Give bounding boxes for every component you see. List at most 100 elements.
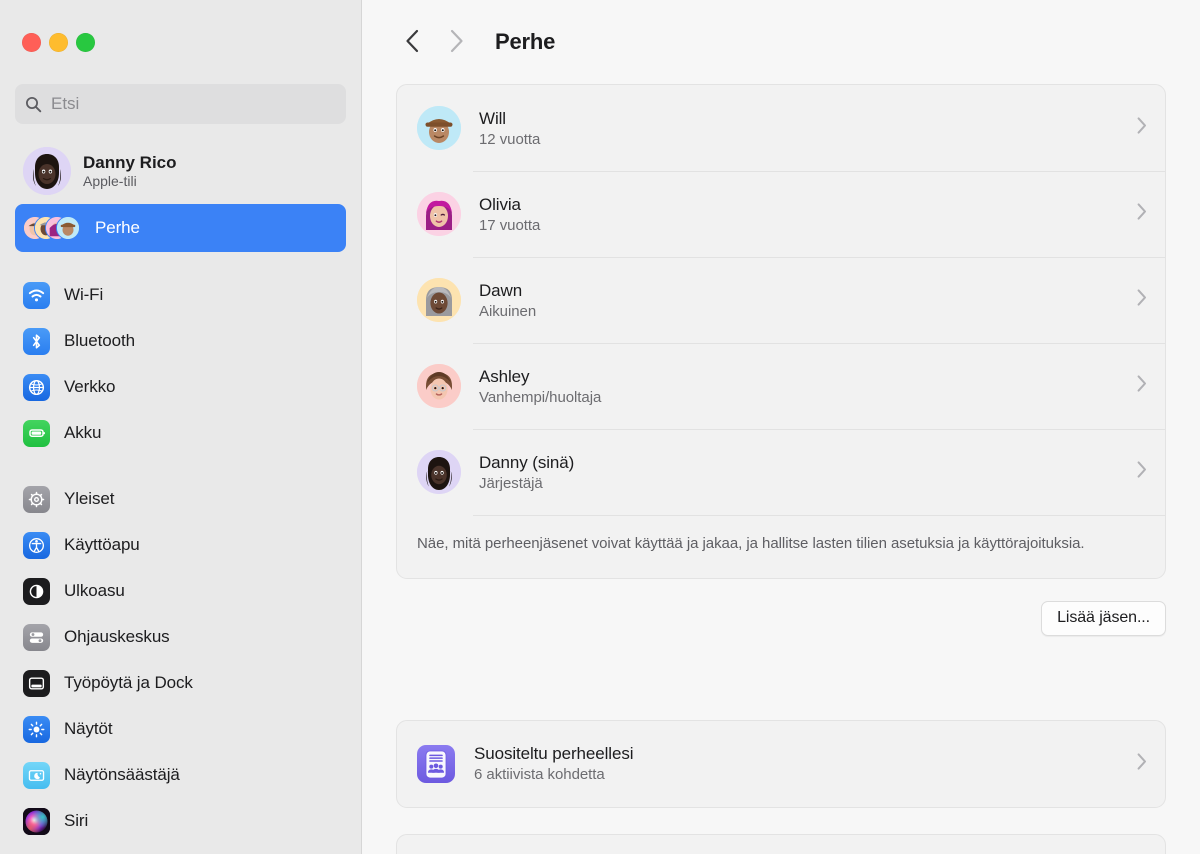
avatar <box>417 192 461 236</box>
sidebar-item-label: Siri <box>64 811 89 830</box>
wifi-icon <box>23 281 50 309</box>
family-description: Näe, mitä perheenjäsenet voivat käyttää … <box>397 515 1165 578</box>
member-texts: Will 12 vuotta <box>479 109 1137 148</box>
sidebar-item-label: Bluetooth <box>64 331 135 350</box>
family-member-row[interactable]: Dawn Aikuinen <box>397 257 1165 343</box>
recommended-title: Suositeltu perheellesi <box>474 744 634 763</box>
recommended-subtitle: 6 aktiivista kohdetta <box>474 766 605 783</box>
sidebar-item-verkko[interactable]: Verkko <box>15 364 346 410</box>
avatar <box>417 450 461 494</box>
globe-icon <box>23 373 50 401</box>
sidebar-item-ulkoasu[interactable]: Ulkoasu <box>15 568 346 614</box>
account-name: Danny Rico <box>83 152 177 172</box>
add-member-button[interactable]: Lisää jäsen... <box>1041 600 1166 636</box>
member-name: Will <box>479 108 506 128</box>
subscriptions-row[interactable]: Tilaukset <box>397 835 1165 854</box>
desktop-dock-icon <box>23 669 50 697</box>
family-member-row[interactable]: Danny (sinä) Järjestäjä <box>397 429 1165 515</box>
sidebar-divider-1 <box>15 252 346 272</box>
add-member-button-row: Lisää jäsen... <box>362 579 1200 636</box>
toolbar: Perhe <box>362 0 1200 84</box>
sidebar-item-perhe[interactable]: Perhe <box>15 204 346 252</box>
member-texts: Olivia 17 vuotta <box>479 195 1137 234</box>
gear-icon <box>23 485 50 513</box>
member-name: Ashley <box>479 366 530 386</box>
chevron-left-icon <box>405 29 420 56</box>
sidebar-item-label: Yleiset <box>64 489 115 508</box>
search-container <box>0 84 361 124</box>
family-member-row[interactable]: Will 12 vuotta <box>397 85 1165 171</box>
chevron-right-icon <box>449 29 464 56</box>
sidebar-item-label: Näytöt <box>64 719 113 738</box>
chevron-right-icon[interactable] <box>1137 289 1147 311</box>
forward-button[interactable] <box>434 20 478 64</box>
sidebar-item-wifi[interactable]: Wi-Fi <box>15 272 346 318</box>
sidebar-item-label: Akku <box>64 423 102 442</box>
minimize-window-button[interactable] <box>49 32 68 52</box>
sidebar-item-label: Wi-Fi <box>64 285 104 304</box>
member-name: Danny (sinä) <box>479 452 575 472</box>
member-name: Olivia <box>479 194 521 214</box>
recommended-for-family-row[interactable]: Suositeltu perheellesi 6 aktiivista kohd… <box>397 721 1165 807</box>
chevron-right-icon[interactable] <box>1137 203 1147 225</box>
content-spacer-2 <box>362 808 1200 834</box>
battery-icon <box>23 419 50 447</box>
member-role: 12 vuotta <box>479 130 541 148</box>
family-member-row[interactable]: Ashley Vanhempi/huoltaja <box>397 343 1165 429</box>
account-subtitle: Apple-tili <box>83 173 137 190</box>
avatar <box>23 147 71 195</box>
family-avatars-stack-icon <box>23 213 85 243</box>
member-texts: Dawn Aikuinen <box>479 281 1137 320</box>
sidebar-item-label: Perhe <box>95 218 140 237</box>
sidebar-divider-2 <box>15 456 346 476</box>
sidebar-item-ohjauskeskus[interactable]: Ohjauskeskus <box>15 614 346 660</box>
sidebar-item-kayttoapu[interactable]: Käyttöapu <box>15 522 346 568</box>
sidebar-item-label: Ulkoasu <box>64 581 125 600</box>
member-role: Järjestäjä <box>479 474 543 492</box>
accessibility-icon <box>23 531 50 559</box>
bluetooth-icon <box>23 327 50 355</box>
avatar <box>417 364 461 408</box>
member-name: Dawn <box>479 280 523 300</box>
sidebar-item-apple-account[interactable]: Danny Rico Apple-tili <box>15 142 346 200</box>
appearance-icon <box>23 577 50 605</box>
sidebar-item-bluetooth[interactable]: Bluetooth <box>15 318 346 364</box>
sidebar-item-akku[interactable]: Akku <box>15 410 346 456</box>
sidebar-item-tyopoyta-ja-dock[interactable]: Työpöytä ja Dock <box>15 660 346 706</box>
subscriptions-card: Tilaukset <box>396 833 1166 854</box>
sidebar-item-yleiset[interactable]: Yleiset <box>15 476 346 522</box>
sidebar-item-siri[interactable]: Siri <box>15 798 346 844</box>
chevron-right-icon[interactable] <box>1137 461 1147 483</box>
displays-icon <box>23 715 50 743</box>
member-role: Aikuinen <box>479 302 537 320</box>
close-window-button[interactable] <box>22 32 41 52</box>
family-members-card: Will 12 vuotta Olivia 17 vuotta Dawn Aik… <box>396 84 1166 579</box>
chevron-right-icon[interactable] <box>1137 752 1147 775</box>
member-texts: Danny (sinä) Järjestäjä <box>479 453 1137 492</box>
member-texts: Ashley Vanhempi/huoltaja <box>479 367 1137 406</box>
family-member-row[interactable]: Olivia 17 vuotta <box>397 171 1165 257</box>
recommended-texts: Suositeltu perheellesi 6 aktiivista kohd… <box>474 744 1137 783</box>
sidebar-item-label: Näytönsäästäjä <box>64 765 180 784</box>
sidebar-item-label: Työpöytä ja Dock <box>64 673 193 692</box>
system-settings-window: Danny Rico Apple-tili <box>0 0 1200 854</box>
maximize-window-button[interactable] <box>76 32 95 52</box>
sidebar-item-naytonsaastaja[interactable]: Näytönsäästäjä <box>15 752 346 798</box>
chevron-right-icon[interactable] <box>1137 375 1147 397</box>
search-input[interactable] <box>51 84 336 124</box>
search-box[interactable] <box>15 84 346 124</box>
sidebar-list: Danny Rico Apple-tili Perhe Wi-Fi Blueto… <box>0 142 361 854</box>
account-texts: Danny Rico Apple-tili <box>83 153 177 190</box>
member-role: Vanhempi/huoltaja <box>479 388 602 406</box>
search-icon <box>25 96 42 113</box>
sidebar-item-label: Verkko <box>64 377 116 396</box>
chevron-right-icon[interactable] <box>1137 117 1147 139</box>
sidebar: Danny Rico Apple-tili <box>0 0 362 854</box>
page-title: Perhe <box>495 29 556 54</box>
family-recommended-icon <box>417 744 455 783</box>
back-button[interactable] <box>390 20 434 64</box>
recommended-for-family-card: Suositeltu perheellesi 6 aktiivista kohd… <box>396 719 1166 808</box>
sidebar-item-label: Ohjauskeskus <box>64 627 170 646</box>
sidebar-item-naytot[interactable]: Näytöt <box>15 706 346 752</box>
